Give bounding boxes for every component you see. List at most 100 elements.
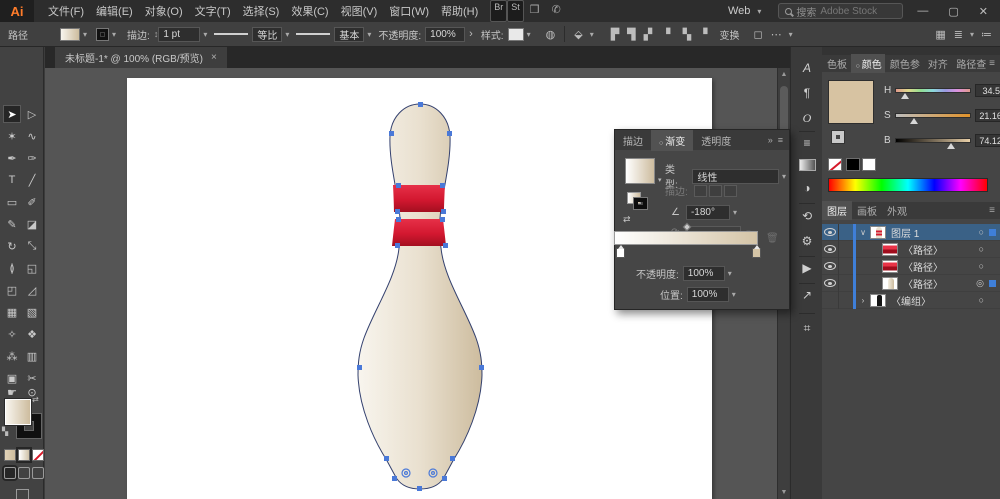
tool-direct-selection[interactable]: ▷ bbox=[23, 105, 41, 123]
gradient-type-dropdown[interactable]: 线性 bbox=[692, 168, 779, 184]
workspace-switcher-icon[interactable]: ❒ bbox=[524, 0, 546, 22]
target-circle-icon[interactable]: ◎ bbox=[976, 278, 984, 289]
hue-handle[interactable] bbox=[900, 93, 909, 99]
shape-mode-icon[interactable]: ⬙ bbox=[570, 28, 586, 41]
tab-color-guide[interactable]: 颜色参 bbox=[885, 54, 923, 73]
minimize-button[interactable]: — bbox=[911, 5, 934, 17]
arrange-documents-icon[interactable]: ▦ bbox=[931, 28, 949, 41]
pin-stripe-bottom[interactable] bbox=[392, 219, 446, 246]
stroke-weight-field[interactable]: 1 pt bbox=[158, 26, 201, 42]
delete-stop-icon[interactable]: 🗑 bbox=[766, 233, 779, 244]
saturation-value[interactable]: 21.16 bbox=[974, 109, 1000, 122]
actions-panel-icon[interactable]: ▶ bbox=[791, 261, 823, 275]
draw-inside-button[interactable] bbox=[32, 467, 44, 479]
tool-rectangle[interactable]: ▭ bbox=[3, 193, 21, 211]
tool-scale[interactable]: ⤡ bbox=[23, 237, 41, 255]
layer-thumbnail[interactable] bbox=[870, 293, 886, 307]
none-swatch[interactable] bbox=[828, 158, 842, 171]
chevron-down-icon[interactable]: ▾ bbox=[789, 30, 793, 39]
width-profile-dropdown[interactable]: 等比 bbox=[252, 26, 283, 42]
layer-row[interactable]: 〈路径〉 ○ bbox=[822, 240, 1000, 258]
chevron-down-icon[interactable]: ▾ bbox=[285, 30, 289, 39]
transparency-panel-icon[interactable]: ◑ bbox=[791, 181, 823, 195]
recolor-artwork-icon[interactable]: ◍ bbox=[542, 28, 560, 41]
tab-artboards[interactable]: 画板 bbox=[852, 201, 882, 220]
tab-stroke[interactable]: 描边 bbox=[615, 130, 651, 151]
gradient-slider-track[interactable] bbox=[614, 231, 758, 245]
tool-column-graph[interactable]: ▥ bbox=[23, 347, 41, 365]
chevron-down-icon[interactable]: ▾ bbox=[367, 30, 371, 39]
chevron-down-icon[interactable]: ▾ bbox=[733, 208, 737, 217]
align-middle-icon[interactable]: ▚ bbox=[679, 28, 695, 41]
menu-file[interactable]: 文件(F) bbox=[42, 0, 90, 22]
visibility-toggle[interactable] bbox=[822, 257, 839, 275]
tab-color[interactable]: ○ 颜色 bbox=[850, 54, 885, 73]
brush-dropdown[interactable]: 基本 bbox=[334, 26, 365, 42]
visibility-toggle[interactable] bbox=[822, 274, 839, 292]
chevron-down-icon[interactable]: ▾ bbox=[83, 30, 87, 39]
gradient-stroke-toggle[interactable] bbox=[634, 198, 647, 209]
angle-field[interactable]: -180° bbox=[685, 205, 730, 220]
tool-eraser[interactable]: ◪ bbox=[23, 215, 41, 233]
artboards-panel-icon[interactable]: ⌗ bbox=[791, 321, 823, 336]
graphic-styles-panel-icon[interactable]: ⚙ bbox=[791, 234, 823, 248]
menu-effect[interactable]: 效果(C) bbox=[285, 0, 334, 22]
tool-paintbrush[interactable]: ✐ bbox=[23, 193, 41, 211]
tool-shape-builder[interactable]: ◰ bbox=[3, 281, 21, 299]
restore-button[interactable]: ▢ bbox=[942, 5, 964, 18]
bounding-box-icon[interactable]: ◻ bbox=[750, 28, 767, 41]
brightness-handle[interactable] bbox=[947, 143, 956, 149]
layer-thumbnail[interactable] bbox=[882, 242, 898, 256]
panel-menu-icon[interactable]: ≡ bbox=[989, 58, 1000, 69]
layer-row[interactable]: › 〈编组〉 ○ bbox=[822, 291, 1000, 309]
opacity-field[interactable]: 100% bbox=[425, 26, 466, 42]
hue-value[interactable]: 34.5 bbox=[975, 84, 1000, 97]
tab-transparency[interactable]: 透明度 bbox=[693, 130, 739, 151]
gradient-panel-icon[interactable] bbox=[799, 159, 816, 171]
chevron-down-icon[interactable]: ▾ bbox=[203, 30, 207, 39]
brightness-slider[interactable] bbox=[894, 138, 971, 149]
pin-stripe-top[interactable] bbox=[393, 185, 445, 212]
more-options-icon[interactable]: › bbox=[465, 28, 477, 40]
none-mode-button[interactable] bbox=[32, 449, 44, 461]
tool-pencil[interactable]: ✎ bbox=[3, 215, 21, 233]
tool-perspective-grid[interactable]: ◿ bbox=[23, 281, 41, 299]
layer-name[interactable]: 〈路径〉 bbox=[903, 276, 943, 291]
gradient-mode-button[interactable] bbox=[18, 449, 30, 461]
expand-chevron-icon[interactable]: ∨ bbox=[856, 228, 870, 237]
symbols-panel-icon[interactable]: ⟲ bbox=[791, 209, 823, 223]
swap-fill-stroke-icon[interactable]: ⇄ bbox=[32, 395, 39, 404]
collapse-panel-icon[interactable]: » bbox=[768, 135, 773, 145]
menu-select[interactable]: 选择(S) bbox=[237, 0, 286, 22]
tool-line-segment[interactable]: ╱ bbox=[23, 171, 41, 189]
tab-layers[interactable]: 图层 bbox=[822, 201, 852, 220]
color-mode-button[interactable] bbox=[4, 449, 16, 461]
hue-slider[interactable] bbox=[895, 88, 972, 99]
target-circle-icon[interactable]: ○ bbox=[979, 244, 984, 254]
saturation-handle[interactable] bbox=[909, 118, 918, 124]
menu-window[interactable]: 窗口(W) bbox=[383, 0, 435, 22]
gradient-position-field[interactable]: 100% bbox=[686, 287, 729, 302]
tool-mesh[interactable]: ▦ bbox=[3, 303, 21, 321]
tool-lasso[interactable]: ∿ bbox=[23, 127, 41, 145]
tool-symbol-sprayer[interactable]: ⁂ bbox=[3, 347, 21, 365]
chevron-down-icon[interactable]: ▾ bbox=[590, 30, 594, 39]
chevron-down-icon[interactable]: ▾ bbox=[728, 269, 732, 278]
tab-align[interactable]: 对齐 bbox=[923, 54, 952, 73]
gradient-preset-chevron-icon[interactable]: ▾ bbox=[658, 176, 662, 184]
screen-mode-button[interactable] bbox=[16, 489, 29, 499]
tool-eyedropper[interactable]: ✧ bbox=[3, 325, 21, 343]
fill-swatch[interactable] bbox=[60, 27, 80, 41]
stroke-gradient-across-button[interactable] bbox=[723, 184, 737, 197]
visibility-toggle[interactable] bbox=[822, 223, 839, 241]
tab-pathfinder[interactable]: 路径查 bbox=[951, 54, 989, 73]
close-button[interactable]: ✕ bbox=[973, 5, 994, 18]
search-adobe-stock[interactable]: 搜索 Adobe Stock bbox=[778, 3, 904, 19]
black-swatch[interactable] bbox=[846, 158, 860, 171]
gradient-preview-swatch[interactable] bbox=[625, 158, 655, 184]
expand-chevron-icon[interactable]: › bbox=[856, 296, 870, 305]
selection-indicator[interactable] bbox=[989, 228, 996, 236]
layer-thumbnail[interactable] bbox=[882, 276, 898, 290]
panel-menu-icon[interactable]: ≡ bbox=[778, 135, 783, 145]
workspace-icon[interactable]: ≣ bbox=[950, 28, 967, 41]
